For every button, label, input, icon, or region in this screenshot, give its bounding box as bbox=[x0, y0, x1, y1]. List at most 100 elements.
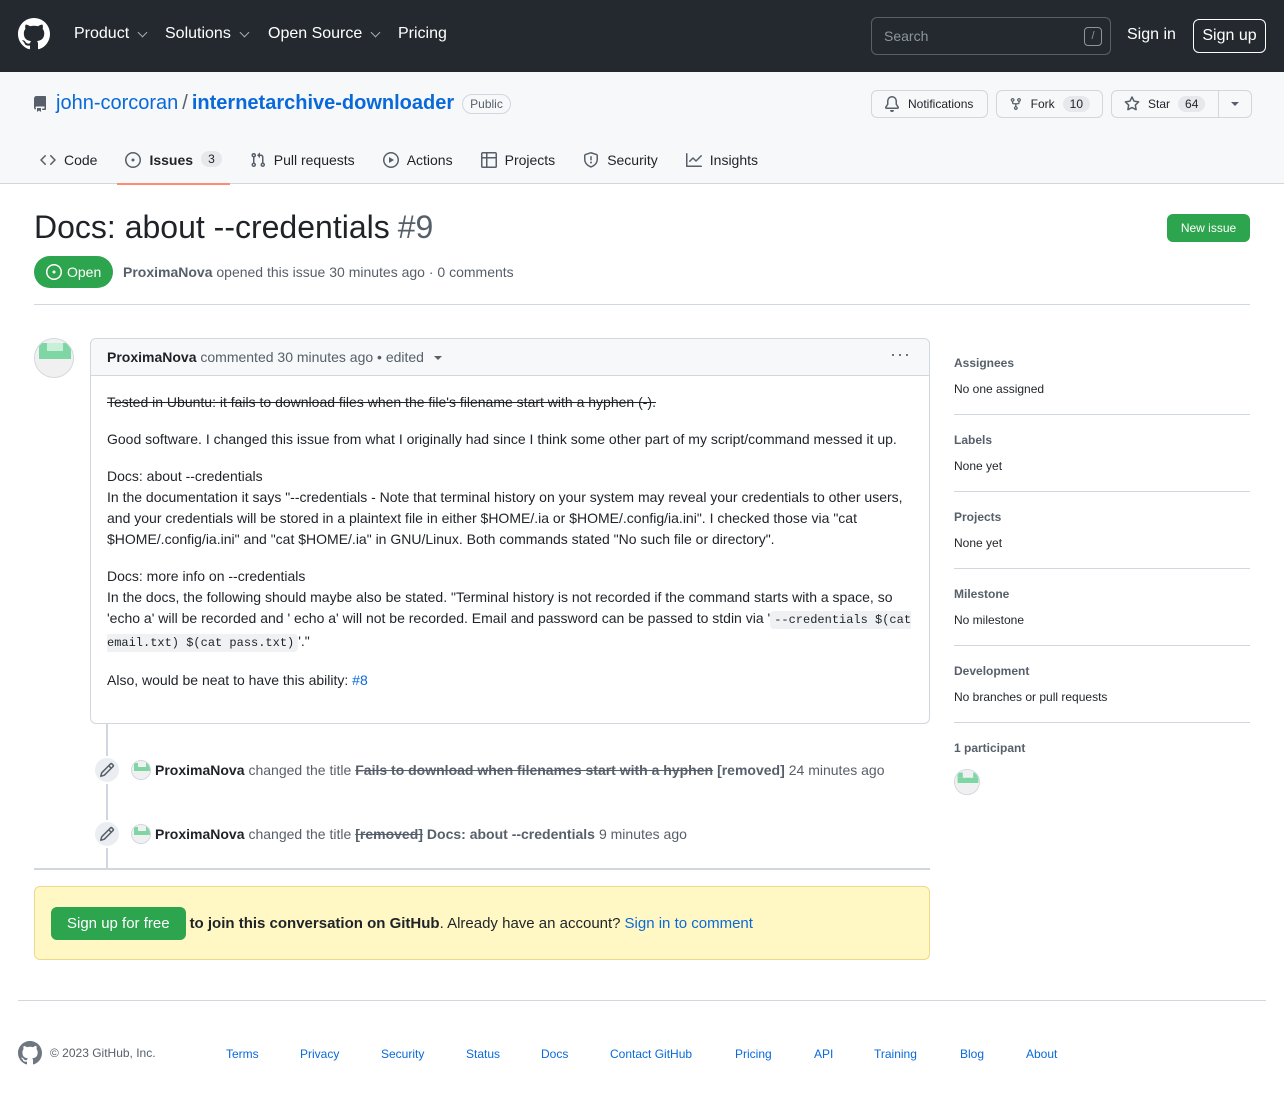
nav-product[interactable]: Product bbox=[74, 25, 148, 43]
sign-in-link[interactable]: Sign in bbox=[1127, 26, 1176, 44]
copyright: © 2023 GitHub, Inc. bbox=[50, 1046, 156, 1060]
sidebar-value: No milestone bbox=[954, 613, 1025, 627]
avatar[interactable] bbox=[131, 760, 151, 780]
sign-up-button[interactable]: Sign up bbox=[1193, 19, 1266, 53]
event-time[interactable]: 9 minutes ago bbox=[599, 826, 687, 842]
sidebar-assignees[interactable]: Assignees No one assigned bbox=[954, 356, 1250, 415]
new-issue-button[interactable]: New issue bbox=[1167, 214, 1250, 242]
footer-link-privacy[interactable]: Privacy bbox=[300, 1047, 339, 1061]
star-dropdown-button[interactable] bbox=[1218, 90, 1252, 118]
event-time[interactable]: 24 minutes ago bbox=[789, 762, 885, 778]
notifications-label: Notifications bbox=[908, 97, 974, 111]
footer: © 2023 GitHub, Inc. bbox=[18, 1041, 156, 1065]
tab-label: Projects bbox=[504, 152, 556, 168]
pull-request-icon bbox=[251, 152, 265, 168]
tab-issues[interactable]: Issues 3 bbox=[117, 147, 231, 185]
fork-count: 10 bbox=[1062, 96, 1090, 112]
avatar[interactable] bbox=[34, 338, 74, 378]
sign-up-free-button[interactable]: Sign up for free bbox=[51, 906, 186, 940]
comment-header: ProximaNova commented 30 minutes ago • e… bbox=[91, 339, 929, 376]
avatar[interactable] bbox=[131, 824, 151, 844]
sidebar-projects[interactable]: Projects None yet bbox=[954, 510, 1250, 569]
issue-author-link[interactable]: ProximaNova bbox=[123, 264, 212, 280]
sidebar-value: None yet bbox=[954, 459, 1003, 473]
caret-down-icon[interactable] bbox=[433, 356, 442, 361]
divider bbox=[954, 722, 1250, 723]
notifications-button[interactable]: Notifications bbox=[871, 90, 988, 118]
footer-link-security[interactable]: Security bbox=[381, 1047, 424, 1061]
footer-link-pricing[interactable]: Pricing bbox=[735, 1047, 772, 1061]
sidebar-development[interactable]: Development No branches or pull requests bbox=[954, 664, 1250, 723]
search-input[interactable]: Search / bbox=[871, 17, 1111, 55]
code-icon bbox=[40, 154, 56, 166]
footer-link-blog[interactable]: Blog bbox=[960, 1047, 984, 1061]
divider bbox=[34, 304, 1250, 305]
sidebar-participants: 1 participant bbox=[954, 741, 1250, 795]
avatar[interactable] bbox=[954, 769, 980, 795]
play-icon bbox=[382, 152, 399, 168]
search-shortcut-key: / bbox=[1084, 27, 1102, 46]
tab-pull-requests[interactable]: Pull requests bbox=[242, 147, 363, 184]
pencil-icon bbox=[93, 756, 121, 784]
global-header: Product Solutions Open Source Pricing Se… bbox=[0, 0, 1284, 72]
comment-line: Docs: more info on --credentials bbox=[107, 568, 306, 584]
nav-solutions[interactable]: Solutions bbox=[165, 25, 250, 43]
github-logo-icon[interactable] bbox=[18, 1041, 42, 1065]
sidebar-label: Assignees bbox=[954, 356, 1015, 370]
tab-insights[interactable]: Insights bbox=[678, 147, 766, 184]
issues-count: 3 bbox=[201, 151, 222, 167]
old-title: Fails to download when filenames start w… bbox=[355, 762, 714, 778]
bell-icon bbox=[884, 96, 899, 112]
repo-name-link[interactable]: internetarchive-downloader bbox=[192, 92, 454, 115]
footer-link-terms[interactable]: Terms bbox=[226, 1047, 259, 1061]
fork-icon bbox=[1010, 98, 1021, 110]
star-button[interactable]: Star 64 bbox=[1111, 90, 1219, 118]
event-author-link[interactable]: ProximaNova bbox=[155, 826, 244, 842]
sign-in-to-comment-link[interactable]: Sign in to comment bbox=[625, 915, 753, 932]
nav-open-source[interactable]: Open Source bbox=[268, 25, 381, 43]
repo-owner-link[interactable]: john-corcoran bbox=[56, 92, 178, 115]
repo-tabs: Code Issues 3 Pull requests Actions Proj… bbox=[32, 147, 778, 185]
tab-label: Actions bbox=[406, 152, 453, 168]
sidebar-label: Development bbox=[954, 664, 1030, 678]
new-title: [removed] bbox=[717, 762, 785, 778]
fork-button[interactable]: Fork 10 bbox=[996, 90, 1103, 118]
chevron-down-icon bbox=[370, 27, 381, 37]
shield-icon bbox=[584, 152, 599, 168]
issue-icon bbox=[125, 152, 142, 168]
issue-reference-link[interactable]: #8 bbox=[352, 672, 368, 688]
github-logo-icon[interactable] bbox=[18, 18, 50, 53]
kebab-icon[interactable]: ··· bbox=[890, 344, 911, 365]
tab-label: Security bbox=[607, 152, 658, 168]
nav-pricing[interactable]: Pricing bbox=[398, 25, 447, 43]
sidebar-labels[interactable]: Labels None yet bbox=[954, 433, 1250, 492]
issue-state-badge: Open bbox=[34, 256, 114, 288]
issue-state-label: Open bbox=[67, 264, 102, 280]
comment-paragraph: Docs: about --credentials In the document… bbox=[107, 466, 913, 550]
footer-link-contact[interactable]: Contact GitHub bbox=[610, 1047, 692, 1061]
tab-security[interactable]: Security bbox=[575, 147, 666, 184]
comment-line: Also, would be neat to have this ability… bbox=[107, 672, 349, 688]
footer-link-training[interactable]: Training bbox=[874, 1047, 917, 1061]
footer-link-api[interactable]: API bbox=[814, 1047, 833, 1061]
comment-body: Tested in Ubuntu: it fails to download f… bbox=[91, 376, 929, 723]
event-author-link[interactable]: ProximaNova bbox=[155, 762, 244, 778]
tab-actions[interactable]: Actions bbox=[375, 147, 461, 184]
tab-label: Insights bbox=[709, 152, 759, 168]
issue-title: Docs: about --credentials #9 bbox=[34, 209, 433, 246]
tab-code[interactable]: Code bbox=[32, 147, 105, 184]
comment-author-link[interactable]: ProximaNova bbox=[107, 349, 196, 365]
footer-link-about[interactable]: About bbox=[1026, 1047, 1057, 1061]
search-placeholder: Search bbox=[884, 28, 929, 44]
join-text-bold: to join this conversation on GitHub bbox=[189, 914, 440, 932]
breadcrumb-separator: / bbox=[182, 92, 188, 114]
comment-line: In the documentation it says "--credenti… bbox=[107, 489, 903, 547]
caret-down-icon bbox=[1231, 102, 1239, 106]
footer-link-docs[interactable]: Docs bbox=[541, 1047, 568, 1061]
comment-meta[interactable]: commented 30 minutes ago • edited bbox=[200, 349, 424, 365]
footer-link-status[interactable]: Status bbox=[466, 1047, 500, 1061]
tab-projects[interactable]: Projects bbox=[473, 147, 564, 184]
sidebar-milestone[interactable]: Milestone No milestone bbox=[954, 587, 1250, 646]
chevron-down-icon bbox=[239, 27, 250, 37]
star-icon bbox=[1124, 96, 1140, 111]
